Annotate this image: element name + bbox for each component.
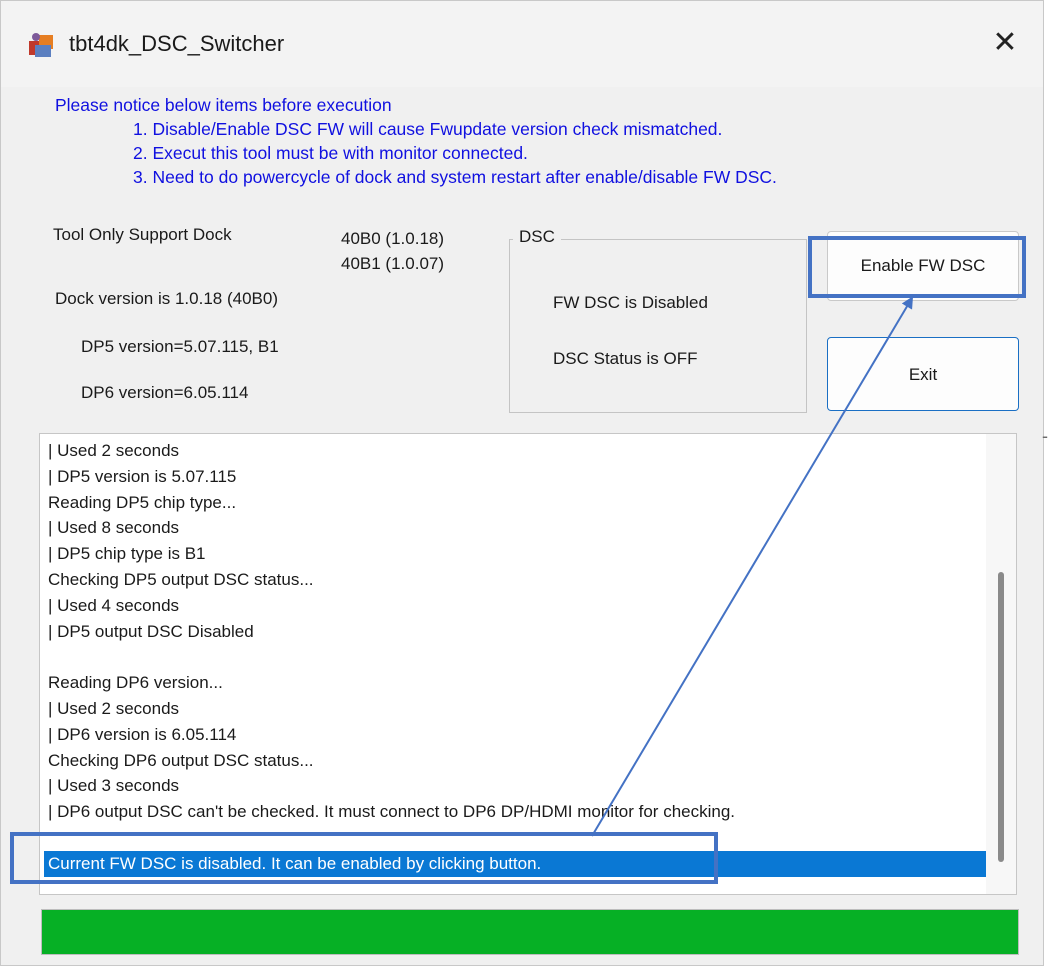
notice-item: 2. Execut this tool must be with monitor…	[133, 143, 528, 163]
log-listbox[interactable]: | Used 2 seconds | DP5 version is 5.07.11…	[39, 433, 1017, 895]
log-line[interactable]: Checking DP6 output DSC status...	[48, 748, 314, 774]
dsc-status: DSC Status is OFF	[553, 349, 698, 368]
close-icon[interactable]: ✕	[985, 23, 1025, 63]
log-line[interactable]: | Used 2 seconds	[48, 438, 179, 464]
progress-fill	[42, 910, 1018, 954]
dsc-group-title: DSC	[513, 227, 561, 247]
log-line[interactable]: | DP6 output DSC can't be checked. It mu…	[48, 799, 735, 825]
dp6-version-label: DP6 version=6.05.114	[81, 383, 249, 402]
edge-mark: -	[1042, 426, 1048, 446]
log-line[interactable]: | DP5 version is 5.07.115	[48, 464, 236, 490]
log-line[interactable]: | DP5 output DSC Disabled	[48, 619, 254, 645]
log-line[interactable]: | DP5 chip type is B1	[48, 541, 206, 567]
notice-item: 1. Disable/Enable DSC FW will cause Fwup…	[133, 119, 723, 139]
dock-version-label: Dock version is 1.0.18 (40B0)	[55, 289, 278, 308]
highlight-box-status-line	[10, 832, 718, 884]
log-scrollbar[interactable]	[986, 434, 1016, 894]
dp5-version-label: DP5 version=5.07.115, B1	[81, 337, 279, 356]
log-line[interactable]: | DP6 version is 6.05.114	[48, 722, 236, 748]
log-line[interactable]: Reading DP6 version...	[48, 670, 223, 696]
scrollbar-thumb[interactable]	[998, 572, 1004, 862]
support-dock-label: Tool Only Support Dock	[53, 225, 232, 244]
notice-header: Please notice below items before executi…	[55, 95, 392, 115]
exit-button[interactable]: Exit	[827, 337, 1019, 411]
app-window: tbt4dk_DSC_Switcher ✕ Please notice belo…	[0, 0, 1044, 966]
log-line[interactable]: | Used 8 seconds	[48, 515, 179, 541]
log-line[interactable]: | Used 2 seconds	[48, 696, 179, 722]
app-icon	[29, 33, 53, 57]
window-title: tbt4dk_DSC_Switcher	[69, 31, 285, 56]
highlight-box-enable-button	[808, 236, 1026, 298]
notice-item: 3. Need to do powercycle of dock and sys…	[133, 167, 777, 187]
notice-block: Please notice below items before executi…	[55, 93, 777, 189]
dsc-groupbox	[509, 239, 807, 413]
log-line[interactable]: Checking DP5 output DSC status...	[48, 567, 314, 593]
supported-dock-40b1: 40B1 (1.0.07)	[341, 254, 445, 273]
title-bar: tbt4dk_DSC_Switcher ✕	[1, 1, 1043, 87]
fw-dsc-status: FW DSC is Disabled	[553, 293, 708, 312]
log-line[interactable]: | Used 3 seconds	[48, 773, 179, 799]
supported-dock-40b0: 40B0 (1.0.18)	[341, 229, 445, 248]
log-line[interactable]: Reading DP5 chip type...	[48, 490, 236, 516]
log-line[interactable]: | Used 4 seconds	[48, 593, 179, 619]
progress-bar	[41, 909, 1019, 955]
